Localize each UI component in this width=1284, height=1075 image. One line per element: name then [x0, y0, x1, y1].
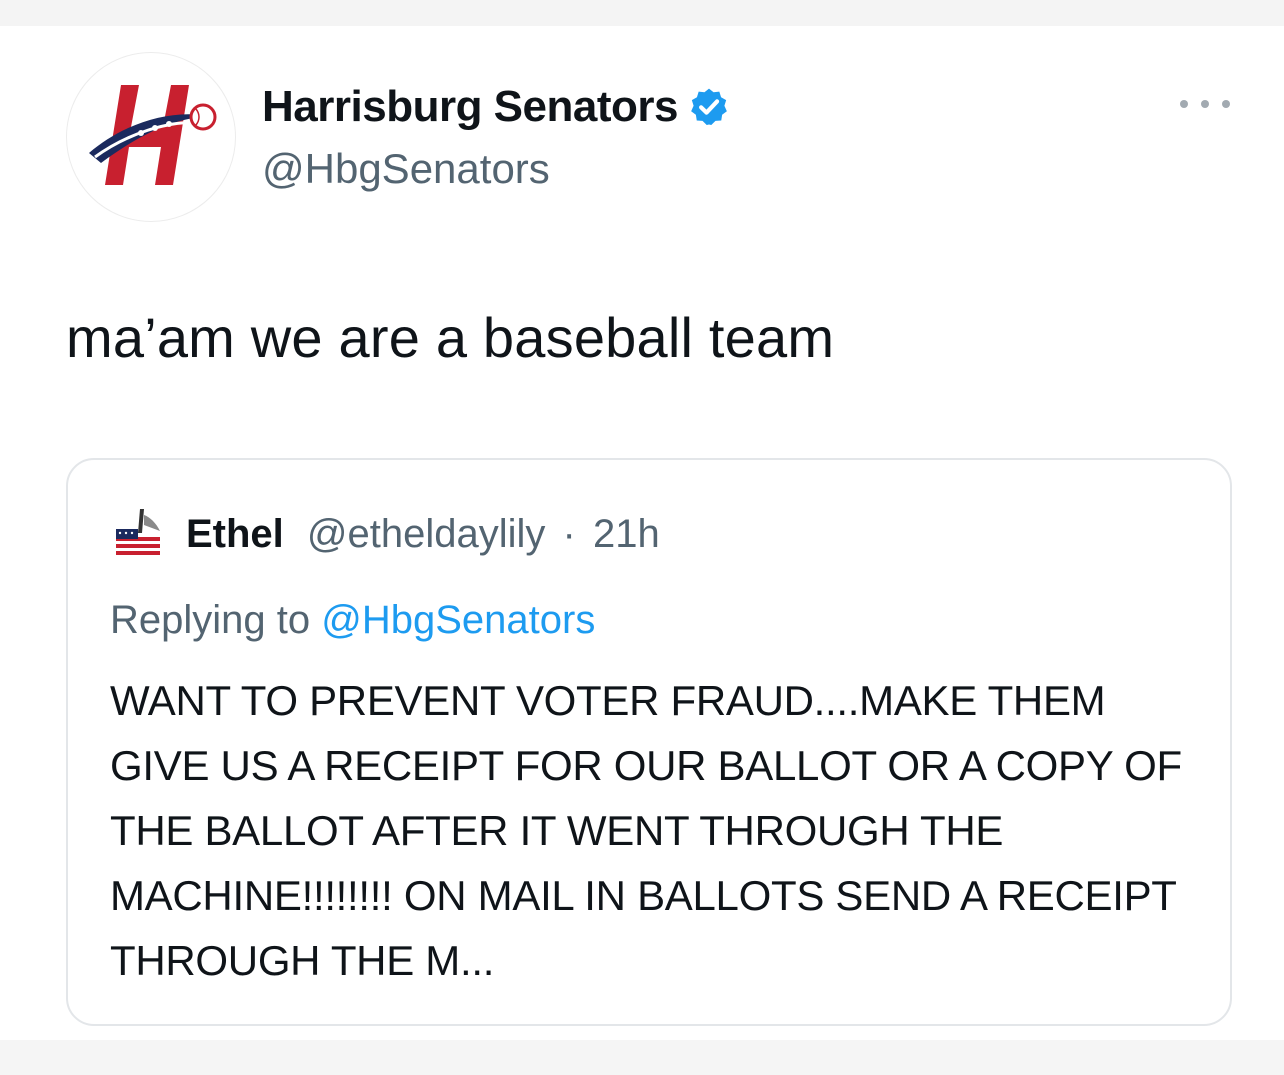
quoted-tweet-card[interactable]: Ethel @etheldaylily · 21h Replying to @H…: [66, 458, 1232, 1026]
quoted-tweet-header: Ethel @etheldaylily · 21h: [186, 512, 660, 557]
quoted-handle[interactable]: @etheldaylily: [307, 512, 546, 556]
tweet-text: ma’am we are a baseball team: [66, 306, 835, 369]
more-dots-icon[interactable]: [1180, 92, 1230, 116]
quoted-timestamp[interactable]: 21h: [593, 512, 660, 556]
separator-dot: ·: [562, 512, 576, 556]
display-name[interactable]: Harrisburg Senators: [262, 82, 730, 132]
replying-to-mention[interactable]: @HbgSenators: [321, 598, 595, 642]
top-band: [0, 0, 1284, 26]
replying-prefix: Replying to: [110, 598, 322, 642]
replying-to-line: Replying to @HbgSenators: [110, 598, 595, 643]
display-name-text: Harrisburg Senators: [262, 82, 678, 131]
tweet-screenshot: Harrisburg Senators @HbgSenators ma’am w…: [0, 0, 1284, 1075]
flag-avatar-icon: [110, 503, 166, 559]
quoted-tweet-text: WANT TO PREVENT VOTER FRAUD....MAKE THEM…: [110, 677, 1182, 984]
handle[interactable]: @HbgSenators: [262, 145, 550, 193]
verified-badge-icon: [691, 88, 727, 126]
bottom-band: [0, 1040, 1284, 1075]
harrisburg-senators-logo-icon: [89, 85, 217, 185]
quoted-display-name[interactable]: Ethel: [186, 512, 284, 556]
profile-avatar[interactable]: [66, 52, 236, 222]
